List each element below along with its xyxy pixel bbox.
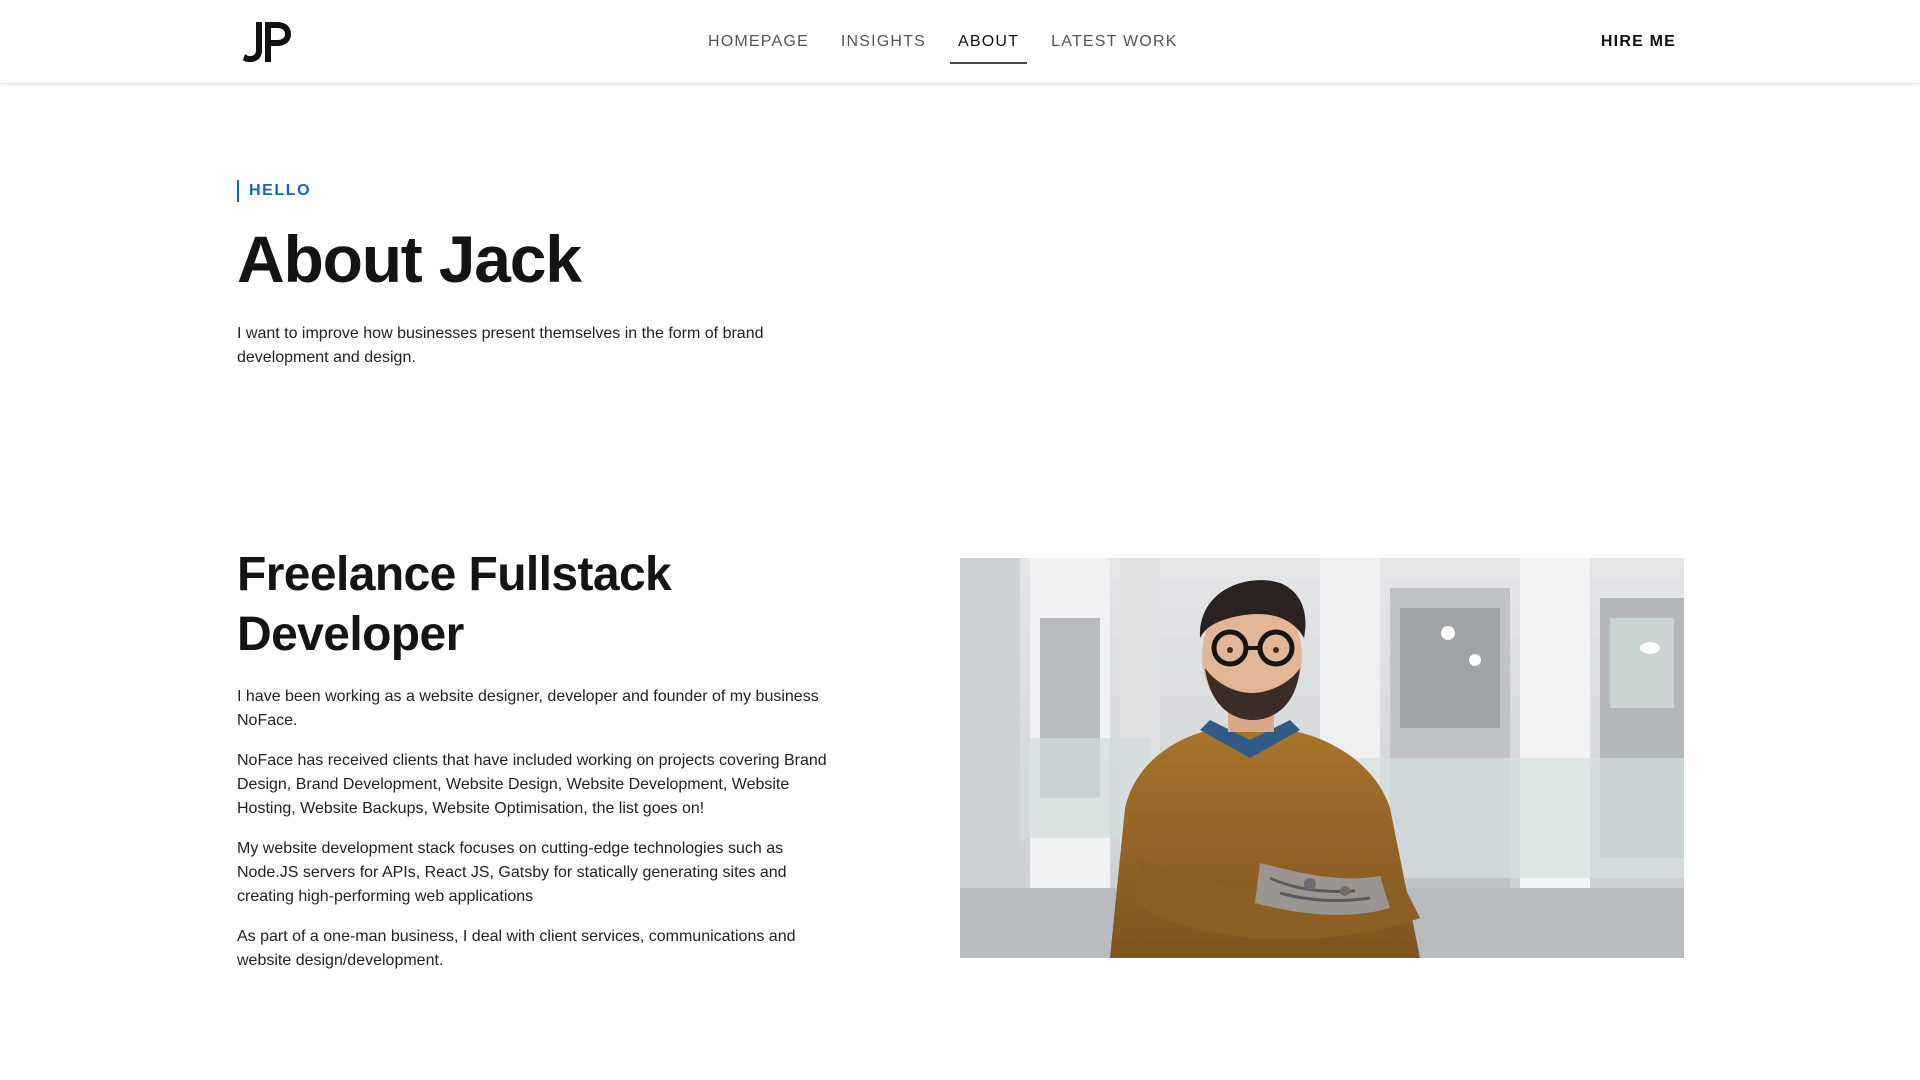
- bio-paragraph: As part of a one-man business, I deal wi…: [237, 928, 796, 969]
- intro-section: HELLO About Jack I want to improve how b…: [237, 180, 837, 370]
- eyebrow-label: HELLO: [237, 180, 311, 202]
- bio-section: Freelance Fullstack Developer I have bee…: [237, 545, 837, 989]
- intro-text: I want to improve how businesses present…: [237, 325, 764, 366]
- profile-photo: [960, 558, 1684, 958]
- page-title: About Jack: [237, 222, 582, 296]
- site-header: HOMEPAGE INSIGHTS ABOUT LATEST WORK HIRE…: [0, 0, 1920, 84]
- jp-logo-icon: [243, 22, 291, 62]
- hire-me-button[interactable]: HIRE ME: [1601, 0, 1676, 84]
- bio-paragraph: NoFace has received clients that have in…: [237, 752, 827, 817]
- section-title: Freelance Fullstack Developer: [237, 548, 672, 661]
- bio-text: I have been working as a website designe…: [237, 685, 827, 973]
- bio-paragraph: My website development stack focuses on …: [237, 840, 787, 905]
- site-logo[interactable]: [243, 20, 295, 64]
- portrait-illustration: [960, 558, 1684, 958]
- nav-insights[interactable]: INSIGHTS: [833, 0, 934, 84]
- nav-homepage[interactable]: HOMEPAGE: [700, 0, 817, 84]
- bio-paragraph: I have been working as a website designe…: [237, 688, 819, 729]
- main-nav: HOMEPAGE INSIGHTS ABOUT LATEST WORK: [700, 0, 1202, 84]
- nav-latest-work[interactable]: LATEST WORK: [1043, 0, 1185, 84]
- nav-about[interactable]: ABOUT: [950, 0, 1028, 84]
